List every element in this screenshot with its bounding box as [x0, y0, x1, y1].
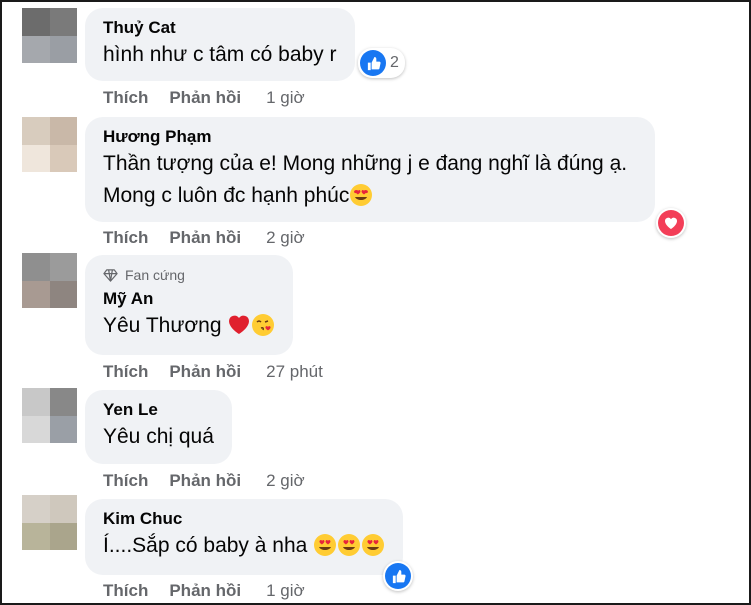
timestamp[interactable]: 1 giờ — [266, 88, 305, 108]
like-button[interactable]: Thích — [103, 581, 148, 601]
comment-actions: Thích Phản hồi 2 giờ — [103, 471, 305, 491]
avatar[interactable] — [22, 253, 77, 308]
avatar-tile — [49, 495, 77, 523]
reaction-count: 2 — [390, 54, 399, 71]
avatar-tile — [49, 117, 77, 145]
avatar-tile — [22, 117, 50, 145]
reply-button[interactable]: Phản hồi — [169, 362, 241, 382]
comment-text-line-1: Thần tượng của e! Mong những j e đang ng… — [103, 152, 628, 175]
comment-bubble: Hương Phạm Thần tượng của e! Mong những … — [85, 117, 656, 222]
avatar-tile — [22, 522, 50, 550]
avatar-tile — [22, 415, 50, 443]
comment-text: Yêu Thương — [103, 310, 275, 342]
like-button[interactable]: Thích — [103, 362, 148, 382]
avatar-tile — [22, 495, 50, 523]
comment-text: Í....Sắp có baby à nha — [103, 530, 385, 562]
heart-icon — [658, 210, 684, 236]
avatar-tile — [49, 415, 77, 443]
avatar-tile — [49, 388, 77, 416]
avatar-tile — [22, 144, 50, 172]
reply-button[interactable]: Phản hồi — [169, 471, 241, 491]
comment-text-line-2-text: Mong c luôn đc hạnh phúc — [103, 184, 350, 207]
comment-actions: Thích Phản hồi 27 phút — [103, 362, 323, 382]
avatar[interactable] — [22, 495, 77, 550]
avatar[interactable] — [22, 388, 77, 443]
avatar[interactable] — [22, 117, 77, 172]
comment-author[interactable]: Yen Le — [103, 399, 214, 421]
reply-button[interactable]: Phản hồi — [169, 581, 241, 601]
reply-button[interactable]: Phản hồi — [169, 228, 241, 248]
comment-actions: Thích Phản hồi 1 giờ — [103, 88, 305, 108]
timestamp[interactable]: 1 giờ — [266, 581, 305, 601]
avatar[interactable] — [22, 8, 77, 63]
timestamp[interactable]: 2 giờ — [266, 228, 305, 248]
avatar-tile — [49, 522, 77, 550]
comment-author[interactable]: Mỹ An — [103, 288, 275, 310]
heart-eyes-emoji-icon — [314, 534, 337, 556]
avatar-tile — [22, 280, 50, 308]
timestamp[interactable]: 2 giờ — [266, 471, 305, 491]
avatar-tile — [22, 388, 50, 416]
comment-bubble: Kim Chuc Í....Sắp có baby à nha — [85, 499, 404, 575]
face-blowing-kiss-emoji-icon — [252, 314, 275, 336]
avatar-tile — [49, 144, 77, 172]
like-button[interactable]: Thích — [103, 471, 148, 491]
avatar-tile — [22, 253, 50, 281]
top-fan-badge: Fan cứng — [103, 266, 275, 284]
comment-bubble: Yen Le Yêu chị quá — [85, 390, 232, 464]
avatar-tile — [49, 8, 77, 36]
diamond-icon — [103, 268, 118, 282]
comment-author[interactable]: Thuỷ Cat — [103, 17, 337, 39]
comment-author[interactable]: Hương Phạm — [103, 126, 627, 148]
like-icon — [360, 50, 386, 76]
comment-text-content: Í....Sắp có baby à nha — [103, 534, 308, 557]
comment-text: hình như c tâm có baby r — [103, 43, 337, 66]
comment-text: Yêu chị quá — [103, 425, 214, 448]
comment-bubble: Thuỷ Cat hình như c tâm có baby r — [85, 8, 355, 81]
comment-text-line-2: Mong c luôn đc hạnh phúc — [103, 180, 627, 212]
reply-button[interactable]: Phản hồi — [169, 88, 241, 108]
comment-author[interactable]: Kim Chuc — [103, 508, 385, 530]
timestamp[interactable]: 27 phút — [266, 362, 323, 382]
heart-eyes-emoji-icon — [338, 534, 361, 556]
heart-eyes-emoji-icon — [362, 534, 385, 556]
comment-bubble: Fan cứng Mỹ An Yêu Thương — [85, 255, 294, 355]
like-button[interactable]: Thích — [103, 228, 148, 248]
comment-actions: Thích Phản hồi 1 giờ — [103, 581, 305, 601]
comment-actions: Thích Phản hồi 2 giờ — [103, 228, 305, 248]
like-icon — [385, 563, 411, 589]
reaction-summary[interactable] — [383, 561, 413, 591]
reaction-summary[interactable] — [656, 208, 686, 238]
avatar-tile — [22, 35, 50, 63]
red-heart-emoji-icon — [229, 315, 250, 334]
avatar-tile — [22, 8, 50, 36]
comment-text-content: Yêu Thương — [103, 314, 222, 337]
heart-eyes-emoji-icon — [350, 184, 373, 206]
like-button[interactable]: Thích — [103, 88, 148, 108]
badge-label: Fan cứng — [125, 267, 185, 283]
avatar-tile — [49, 35, 77, 63]
avatar-tile — [49, 280, 77, 308]
reaction-summary[interactable]: 2 — [358, 48, 405, 78]
avatar-tile — [49, 253, 77, 281]
comment-thread: Thuỷ Cat hình như c tâm có baby r 2 Thíc… — [0, 0, 751, 605]
